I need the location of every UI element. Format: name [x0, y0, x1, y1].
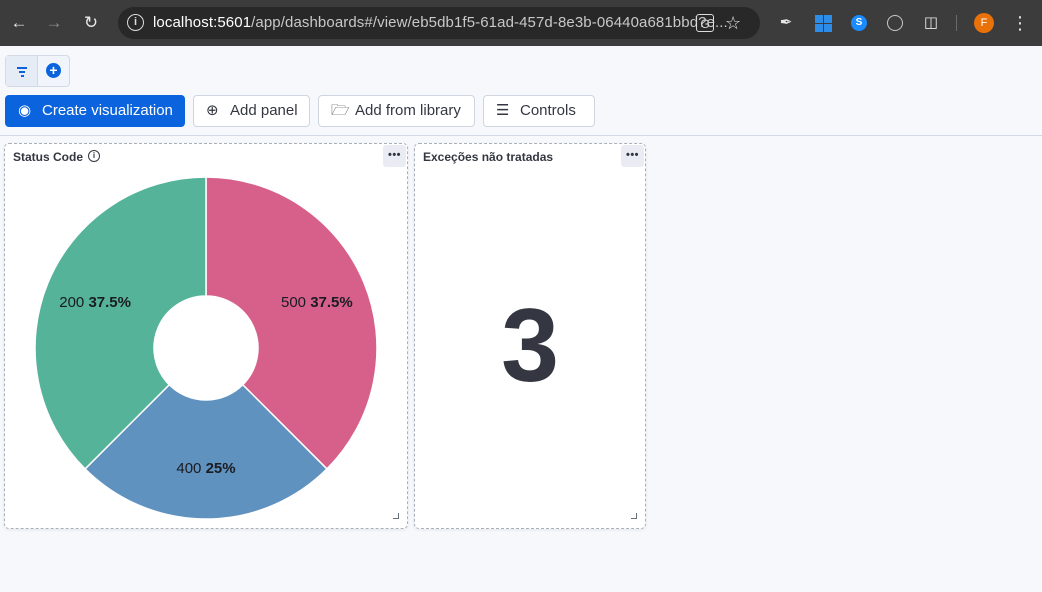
- profile-avatar[interactable]: F: [974, 13, 994, 33]
- add-from-library-button[interactable]: 🗁 Add from library: [318, 95, 475, 127]
- url-path: /app/dashboards#/view/eb5db1f5-61ad-457d…: [251, 14, 728, 31]
- filter-group: +: [5, 55, 70, 87]
- windows-extension-icon[interactable]: [812, 12, 834, 34]
- url-text[interactable]: localhost:5601/app/dashboards#/view/eb5d…: [153, 14, 728, 31]
- bookmark-star-icon[interactable]: ☆: [725, 11, 741, 35]
- panel-title: Exceções não tratadas: [423, 150, 554, 164]
- eyedropper-extension-icon[interactable]: ✒: [775, 12, 797, 34]
- add-panel-button[interactable]: ⊕ Add panel: [193, 95, 310, 127]
- resize-handle[interactable]: [631, 513, 637, 519]
- folder-icon: 🗁: [331, 102, 350, 119]
- slice-percent-text: 37.5%: [88, 294, 131, 311]
- add-from-library-label: Add from library: [355, 102, 461, 119]
- translate-icon[interactable]: G: [696, 14, 714, 32]
- browser-menu-icon[interactable]: ⋮: [1010, 12, 1030, 34]
- slice-label-500: 500 37.5%: [281, 294, 353, 311]
- slice-label-400: 400 25%: [176, 460, 235, 477]
- back-arrow-icon[interactable]: ←: [6, 10, 32, 36]
- filter-options-button[interactable]: [6, 56, 38, 86]
- slice-category-text: 400: [176, 460, 205, 477]
- forward-arrow-icon[interactable]: →: [41, 10, 67, 36]
- compass-extension-icon[interactable]: [884, 12, 906, 34]
- toolbar-divider: [0, 135, 1042, 136]
- panel-options-button[interactable]: •••: [621, 145, 644, 167]
- slice-percent-text: 37.5%: [310, 294, 353, 311]
- create-visualization-label: Create visualization: [42, 102, 173, 119]
- browser-toolbar: ← → ↻ i localhost:5601/app/dashboards#/v…: [0, 0, 1042, 46]
- slice-percent-text: 25%: [206, 460, 236, 477]
- visualize-icon: ◉: [18, 102, 32, 119]
- address-bar[interactable]: i localhost:5601/app/dashboards#/view/eb…: [118, 7, 760, 39]
- add-panel-label: Add panel: [230, 102, 298, 119]
- unhandled-exceptions-panel: Exceções não tratadas ••• 3: [414, 143, 646, 529]
- slice-category-text: 500: [281, 294, 310, 311]
- extensions-puzzle-icon[interactable]: ◫: [920, 12, 942, 34]
- create-visualization-button[interactable]: ◉ Create visualization: [5, 95, 185, 127]
- controls-label: Controls: [520, 102, 576, 119]
- filter-icon: [17, 67, 27, 69]
- slice-category-text: 200: [59, 294, 88, 311]
- toolbar-separator: [956, 15, 957, 31]
- plus-circle-icon: ⊕: [206, 102, 219, 119]
- resize-handle[interactable]: [393, 513, 399, 519]
- reload-icon[interactable]: ↻: [78, 10, 104, 36]
- metric-value: 3: [501, 288, 559, 404]
- status-code-panel: Status Code i ••• 500 37.5% 400 25% 200 37…: [4, 143, 408, 529]
- status-code-donut-chart: 500 37.5% 400 25% 200 37.5%: [34, 176, 378, 520]
- slice-label-200: 200 37.5%: [59, 294, 131, 311]
- controls-button[interactable]: ☰ Controls: [483, 95, 595, 127]
- controls-sliders-icon: ☰: [496, 102, 510, 119]
- site-info-icon[interactable]: i: [127, 14, 144, 31]
- shazam-extension-icon[interactable]: S: [848, 12, 870, 34]
- url-host: localhost:5601: [153, 14, 252, 31]
- plus-circle-icon: +: [46, 63, 61, 78]
- add-filter-button[interactable]: +: [38, 56, 69, 86]
